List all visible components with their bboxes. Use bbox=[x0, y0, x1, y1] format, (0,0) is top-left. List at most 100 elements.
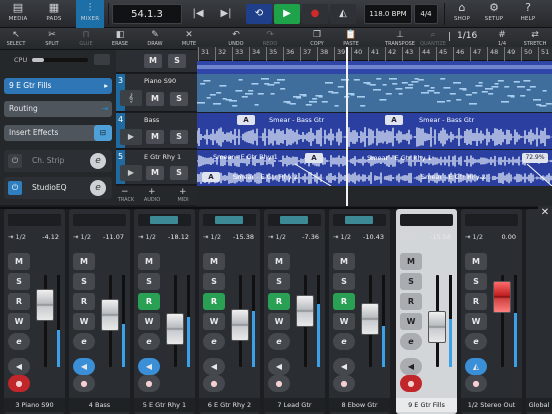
channel-strip[interactable]: ⇥ 1/2 -15.58 M S R We ◀ ● 9 E Gtr Fills bbox=[396, 209, 457, 414]
volume-value[interactable]: -4.12 bbox=[42, 233, 59, 241]
record-enable-button[interactable]: ● bbox=[8, 375, 30, 392]
metronome-button[interactable]: ◭ bbox=[330, 4, 356, 24]
volume-value[interactable]: -11.07 bbox=[103, 233, 124, 241]
track-lane-piano[interactable] bbox=[197, 74, 552, 112]
stretch-button[interactable]: ⇄ STRETCH bbox=[518, 29, 552, 49]
write-automation-button[interactable]: W bbox=[465, 313, 487, 330]
channel-strip[interactable]: ⇥ 1/2 0.00 M S R We ◭ ● 1/2 Stereo Out bbox=[461, 209, 522, 414]
volume-fader[interactable] bbox=[296, 295, 314, 327]
solo-button[interactable]: S bbox=[168, 54, 186, 68]
edit-channel-button[interactable]: e bbox=[333, 333, 355, 350]
channel-strip[interactable]: ⇥ 1/2 -15.38 M S R We ◀ ● 6 E Gtr Rhy 2 bbox=[199, 209, 260, 414]
volume-fader[interactable] bbox=[493, 281, 511, 313]
channel-strip[interactable]: ⇥ 1/2 -11.07 M S R We ◀ ● 4 Bass bbox=[69, 209, 130, 414]
monitor-button[interactable]: ◀ bbox=[73, 358, 95, 375]
edit-channel-button[interactable]: e bbox=[138, 333, 160, 350]
record-enable-button[interactable]: ● bbox=[400, 375, 422, 392]
volume-value[interactable]: 0.00 bbox=[502, 233, 516, 241]
channel-strip[interactable]: ⇥ 1/2 -7.36 M S R We ◀ ● 7 Lead Gtr bbox=[264, 209, 325, 414]
help-button[interactable]: ? HELP bbox=[514, 0, 542, 28]
mute-button[interactable]: M bbox=[144, 54, 162, 68]
record-button[interactable]: ● bbox=[302, 4, 328, 24]
record-enable-button[interactable]: ● bbox=[465, 375, 487, 392]
volume-value[interactable]: -7.36 bbox=[302, 233, 319, 241]
volume-fader[interactable] bbox=[231, 309, 249, 341]
read-automation-button[interactable]: R bbox=[73, 293, 95, 310]
routing-button[interactable]: Routing ⇥ bbox=[4, 101, 112, 117]
edit-channel-button[interactable]: e bbox=[465, 333, 487, 350]
power-icon[interactable]: ⏻ bbox=[8, 181, 22, 195]
shop-button[interactable]: ⌂ SHOP bbox=[448, 0, 476, 28]
solo-button[interactable]: S bbox=[268, 273, 290, 290]
solo-button[interactable]: S bbox=[8, 273, 30, 290]
volume-value[interactable]: -15.58 bbox=[430, 233, 451, 241]
monitor-button[interactable]: ◀ bbox=[138, 358, 160, 375]
mute-button[interactable]: M bbox=[400, 253, 422, 270]
signature-display[interactable]: 4/4 bbox=[414, 4, 438, 24]
edit-channel-button[interactable]: e bbox=[268, 333, 290, 350]
write-automation-button[interactable]: W bbox=[73, 313, 95, 330]
edit-icon[interactable]: e bbox=[90, 180, 106, 196]
channel-strip[interactable]: ⇥ 1/2 -4.12 M S R We ◀ ● 3 Piano S90 bbox=[4, 209, 65, 414]
edit-channel-button[interactable]: e bbox=[8, 333, 30, 350]
mute-button[interactable]: M bbox=[333, 253, 355, 270]
power-icon[interactable]: ⏻ bbox=[8, 154, 22, 168]
mute-button[interactable]: M bbox=[146, 130, 164, 144]
track-lane-egtr[interactable]: A Smear - E Gtr Rhy 1 Smear - E Gtr Rhy … bbox=[197, 150, 552, 186]
record-enable-button[interactable]: ● bbox=[333, 375, 355, 392]
monitor-button[interactable]: ◭ bbox=[465, 358, 487, 375]
read-automation-button[interactable]: R bbox=[203, 293, 225, 310]
quantize-value[interactable]: 1/16 bbox=[457, 31, 477, 41]
edit-channel-button[interactable]: e bbox=[73, 333, 95, 350]
mute-button[interactable]: M bbox=[465, 253, 487, 270]
redo-button[interactable]: ↷ REDO bbox=[256, 29, 284, 49]
channel-strip[interactable]: ⇥ 1/2 -10.43 M S R We ◀ ● 8 Ebow Gtr bbox=[329, 209, 390, 414]
glue-tool[interactable]: ⊓ GLUE bbox=[72, 29, 100, 49]
mute-button[interactable]: M bbox=[138, 253, 160, 270]
read-automation-button[interactable]: R bbox=[465, 293, 487, 310]
volume-fader[interactable] bbox=[36, 289, 54, 321]
track-header[interactable]: 3 Piano S90 𝄞 M S bbox=[116, 74, 197, 112]
play-button[interactable]: ▶ bbox=[274, 4, 300, 24]
solo-button[interactable]: S bbox=[170, 166, 188, 180]
write-automation-button[interactable]: W bbox=[203, 313, 225, 330]
track-lane-bass[interactable]: A Smear - Bass Gtr A Smear - Bass Gtr bbox=[197, 113, 552, 149]
close-mixer-icon[interactable]: ✕ bbox=[538, 206, 552, 220]
monitor-button[interactable]: ◀ bbox=[268, 358, 290, 375]
pads-button[interactable]: ▦ PADS bbox=[40, 0, 68, 28]
volume-fader[interactable] bbox=[101, 299, 119, 331]
remove-track-icon[interactable]: − bbox=[121, 187, 129, 197]
monitor-button[interactable]: ◀ bbox=[400, 358, 422, 375]
volume-fader[interactable] bbox=[428, 311, 446, 343]
solo-button[interactable]: S bbox=[138, 273, 160, 290]
solo-button[interactable]: S bbox=[333, 273, 355, 290]
inspector-track-name[interactable]: 9 E Gtr Fills ▸ bbox=[4, 78, 112, 94]
write-automation-button[interactable]: W bbox=[138, 313, 160, 330]
solo-button[interactable]: S bbox=[170, 130, 188, 144]
volume-value[interactable]: -15.38 bbox=[233, 233, 254, 241]
read-automation-button[interactable]: R bbox=[333, 293, 355, 310]
record-enable-button[interactable]: ● bbox=[203, 375, 225, 392]
solo-button[interactable]: S bbox=[170, 92, 188, 106]
add-midi-icon[interactable]: + bbox=[179, 187, 187, 197]
draw-tool[interactable]: ✎ DRAW bbox=[141, 29, 169, 49]
solo-button[interactable]: S bbox=[73, 273, 95, 290]
write-automation-button[interactable]: W bbox=[400, 313, 422, 330]
quantize-button[interactable]: ⌕ QUANTIZE bbox=[416, 29, 450, 49]
transpose-button[interactable]: ⊥ TRANSPOSE bbox=[382, 29, 418, 49]
monitor-button[interactable]: ◀ bbox=[333, 358, 355, 375]
record-enable-button[interactable]: ● bbox=[73, 375, 95, 392]
solo-button[interactable]: S bbox=[465, 273, 487, 290]
setup-button[interactable]: ⚙ SETUP bbox=[480, 0, 508, 28]
copy-button[interactable]: ❐ COPY bbox=[303, 29, 331, 49]
write-automation-button[interactable]: W bbox=[8, 313, 30, 330]
read-automation-button[interactable]: R bbox=[400, 293, 422, 310]
cycle-button[interactable]: ⟲ bbox=[246, 4, 272, 24]
fade-line[interactable] bbox=[294, 163, 332, 186]
grid-button[interactable]: #1/4 bbox=[488, 29, 516, 49]
position-display[interactable]: 54.1.3 bbox=[112, 4, 182, 24]
quantize-chevron-icon[interactable]: | bbox=[448, 32, 451, 42]
mute-tool[interactable]: ✕ MUTE bbox=[175, 29, 203, 49]
volume-fader[interactable] bbox=[361, 303, 379, 335]
volume-value[interactable]: -18.12 bbox=[168, 233, 189, 241]
